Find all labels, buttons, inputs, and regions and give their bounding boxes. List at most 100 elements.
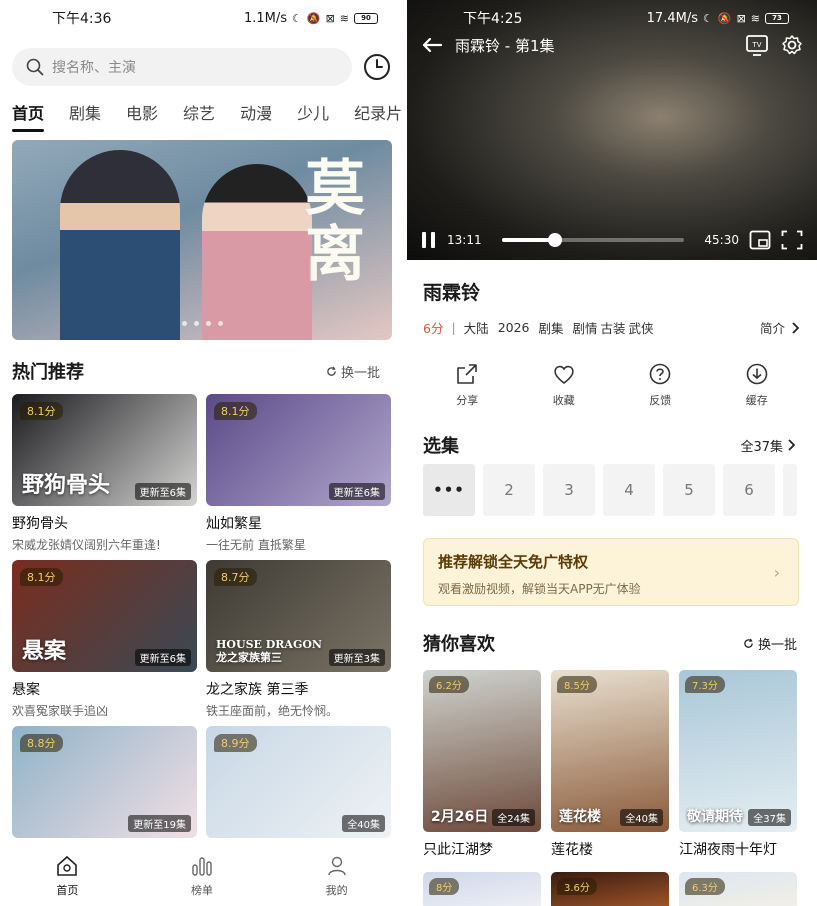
- nav-ranking[interactable]: 榜单: [152, 854, 252, 898]
- card-desc: 欢喜冤家联手追凶: [12, 704, 109, 718]
- battery-icon: 90: [354, 12, 378, 24]
- download-button[interactable]: 缓存: [722, 362, 792, 408]
- poster-title-art: 2月26日: [431, 809, 489, 825]
- banner-pagination: [182, 321, 223, 326]
- update-badge: 全40集: [620, 809, 663, 826]
- episode-item[interactable]: [783, 464, 797, 516]
- card-title: 莲花楼: [551, 842, 593, 858]
- ad-free-promo[interactable]: 推荐解锁全天免广特权 观看激励视频，解锁当天APP无广体验 ›: [423, 538, 799, 606]
- sim-icon: ⊠: [325, 11, 335, 25]
- progress-knob[interactable]: [547, 233, 562, 247]
- episode-current[interactable]: •••: [423, 464, 475, 516]
- search-input[interactable]: 搜名称、主演: [12, 48, 352, 86]
- tv-cast-icon[interactable]: TV: [745, 34, 769, 56]
- tab-variety[interactable]: 综艺: [183, 100, 215, 132]
- chevron-right-icon: ›: [773, 563, 780, 582]
- update-badge: 更新至6集: [328, 483, 385, 500]
- player-title: 雨霖铃 - 第1集: [455, 36, 555, 55]
- sim-icon: ⊠: [736, 11, 746, 25]
- network-speed: 1.1M/s: [243, 10, 287, 26]
- tab-movies[interactable]: 电影: [126, 100, 158, 132]
- episode-item[interactable]: 3: [543, 464, 595, 516]
- nav-profile[interactable]: 我的: [287, 854, 387, 898]
- wifi-icon: ≋: [339, 11, 349, 25]
- progress-fill: [501, 238, 555, 242]
- bottom-nav: 首页 榜单 我的: [0, 846, 404, 906]
- duration: 45:30: [704, 233, 739, 247]
- recommend-card-partial[interactable]: 3.6分: [551, 872, 669, 906]
- card-thumbnail: 野狗骨头 8.1分 更新至6集: [12, 394, 197, 506]
- nav-home[interactable]: 首页: [17, 854, 117, 898]
- status-bar: 下午4:25 17.4M/s ☾ 🔕 ⊠ ≋ 73: [407, 0, 817, 36]
- tag: 剧情: [572, 321, 598, 336]
- card-title: 龙之家族 第三季: [206, 682, 309, 698]
- hot-card[interactable]: 8.1分 更新至6集 灿如繁星 一往无前 直抵繁星: [206, 394, 391, 553]
- episode-item[interactable]: 4: [603, 464, 655, 516]
- card-title: 悬案: [12, 682, 40, 698]
- progress-bar[interactable]: [501, 233, 685, 247]
- score-badge: 8.8分: [20, 734, 63, 752]
- profile-icon: [327, 856, 346, 876]
- hot-card[interactable]: 悬案 8.1分 更新至6集悬案欢喜冤家联手追凶: [12, 560, 197, 719]
- tag: 大陆: [463, 321, 489, 336]
- tab-home[interactable]: 首页: [12, 100, 45, 132]
- card-thumbnail: 悬案 8.1分 更新至6集: [12, 560, 197, 672]
- promo-title: 推荐解锁全天免广特权: [438, 553, 589, 571]
- hot-card[interactable]: 8.9分 全40集: [206, 726, 391, 838]
- player-controls: 13:11 45:30: [421, 230, 803, 250]
- fullscreen-icon[interactable]: [781, 230, 803, 250]
- poster-title-art: 敬请期待: [687, 809, 743, 825]
- action-row: 分享 收藏 反馈 缓存: [407, 362, 817, 408]
- card-desc: 铁王座面前，绝无怜悯。: [206, 704, 339, 718]
- refresh-button[interactable]: 换一批: [326, 362, 380, 381]
- back-arrow-icon[interactable]: [421, 37, 443, 53]
- feedback-button[interactable]: 反馈: [625, 362, 695, 408]
- recommend-card[interactable]: 2月26日 6.2分 全24集 只此江湖梦: [423, 670, 541, 859]
- refresh-icon: [327, 366, 336, 376]
- hero-banner[interactable]: 莫 离: [12, 140, 392, 340]
- section-title: 选集: [423, 436, 459, 457]
- score-badge: 7.3分: [685, 676, 725, 693]
- hot-card[interactable]: 8.8分 更新至19集: [12, 726, 197, 838]
- intro-button[interactable]: 简介: [760, 318, 799, 337]
- score-badge: 8.9分: [214, 734, 257, 752]
- recommend-card-partial[interactable]: 8分: [423, 872, 541, 906]
- recommend-card-partial[interactable]: 6.3分: [679, 872, 797, 906]
- score-badge: 8.7分: [214, 568, 257, 586]
- poster-title-art: 莲花楼: [559, 809, 601, 825]
- hot-card[interactable]: 野狗骨头 8.1分 更新至6集 野狗骨头 宋威龙张婧仪阔别六年重逢!: [12, 394, 197, 553]
- banner-figure-male: [60, 150, 180, 340]
- refresh-button[interactable]: 换一批: [743, 634, 797, 653]
- tab-anime[interactable]: 动漫: [240, 100, 272, 132]
- favorite-button[interactable]: 收藏: [529, 362, 599, 408]
- pip-icon[interactable]: [749, 230, 771, 250]
- recommend-card[interactable]: 敬请期待 7.3分 全37集 江湖夜雨十年灯: [679, 670, 797, 859]
- history-icon[interactable]: [362, 52, 392, 82]
- tag: 古装: [600, 321, 626, 336]
- tab-series[interactable]: 剧集: [69, 100, 101, 132]
- episode-item[interactable]: 5: [663, 464, 715, 516]
- settings-gear-icon[interactable]: [781, 34, 803, 56]
- score-badge: 8.1分: [20, 402, 63, 420]
- home-screen: 下午4:36 1.1M/s ☾ 🔕 ⊠ ≋ 90 搜名称、主演 首页 剧集 电影…: [0, 0, 404, 906]
- score-badge: 8分: [429, 878, 460, 895]
- score-badge: 8.5分: [557, 676, 597, 693]
- tab-kids[interactable]: 少儿: [297, 100, 329, 132]
- card-desc: 宋威龙张婧仪阔别六年重逢!: [12, 538, 161, 552]
- share-button[interactable]: 分享: [432, 362, 502, 408]
- pause-icon[interactable]: [421, 231, 437, 249]
- video-player[interactable]: 下午4:25 17.4M/s ☾ 🔕 ⊠ ≋ 73 雨霖铃 - 第1集 TV 1…: [407, 0, 817, 260]
- episode-item[interactable]: 2: [483, 464, 535, 516]
- hot-section-header: 热门推荐 换一批: [12, 358, 380, 384]
- card-thumbnail: 8.8分 更新至19集: [12, 726, 197, 838]
- update-badge: 全24集: [492, 809, 535, 826]
- tab-documentary[interactable]: 纪录片: [354, 100, 402, 132]
- promo-desc: 观看激励视频，解锁当天APP无广体验: [438, 582, 641, 596]
- card-title: 江湖夜雨十年灯: [679, 842, 777, 858]
- mute-icon: 🔕: [717, 11, 732, 25]
- episode-item[interactable]: 6: [723, 464, 775, 516]
- card-poster: 莲花楼 8.5分全40集: [551, 670, 669, 832]
- all-episodes-button[interactable]: 全37集: [740, 436, 795, 455]
- hot-card[interactable]: HOUSE DRAGON 龙之家族第三 8.7分 更新至3集 龙之家族 第三季 铁王座面…: [206, 560, 391, 719]
- recommend-card[interactable]: 莲花楼 8.5分 全40集 莲花楼: [551, 670, 669, 859]
